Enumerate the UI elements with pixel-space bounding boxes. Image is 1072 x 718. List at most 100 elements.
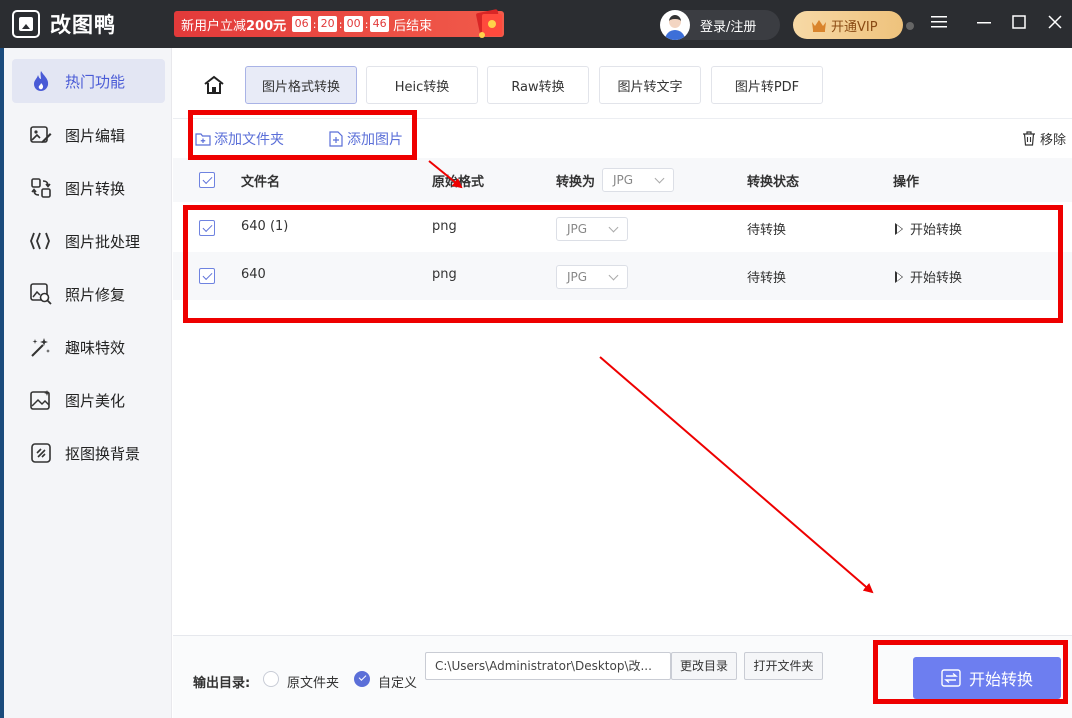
tab-heic-convert[interactable]: Heic转换 [366,66,478,104]
maximize-icon[interactable] [1007,12,1031,36]
chevron-down-icon [608,270,619,281]
login-label: 登录/注册 [700,19,757,35]
radio-custom-label: 自定义 [378,676,418,691]
sidebar-item-batch[interactable]: 图片批处理 [12,219,165,263]
row-original-format: png [432,267,457,282]
login-button[interactable]: 登录/注册 [660,10,780,40]
output-path-field[interactable]: C:\Users\Administrator\Desktop\改... [425,652,671,680]
row-format-select[interactable]: JPG [556,217,628,241]
magic-wand-icon [30,336,52,358]
header-filename: 文件名 [241,174,281,190]
sidebar-item-convert[interactable]: 图片转换 [12,166,165,210]
change-dir-button[interactable]: 更改目录 [671,652,737,680]
row-format-value: JPG [567,270,588,284]
status-dot [906,22,914,30]
row-original-format: png [432,219,457,234]
sidebar-item-label: 图片批处理 [65,232,141,251]
row-status: 待转换 [747,223,787,238]
promo-banner[interactable]: 新用户立减200元 06: 20: 00: 46 后结束 [174,9,504,38]
add-folder-label: 添加文件夹 [214,132,284,148]
sidebar-item-label: 趣味特效 [65,338,126,357]
vip-button[interactable]: 开通VIP [793,11,903,39]
cutout-icon [30,442,52,464]
play-icon [895,271,903,283]
sidebar-item-label: 照片修复 [65,285,126,304]
sidebar-item-label: 热门功能 [65,72,126,91]
sidebar-item-repair[interactable]: 照片修复 [12,272,165,316]
flame-icon [30,70,52,92]
play-icon [895,223,903,235]
chevron-down-icon [654,173,665,184]
add-image-icon [329,131,343,147]
start-convert-button[interactable]: 开始转换 [913,657,1061,699]
sidebar-item-beautify[interactable]: 图片美化 [12,378,165,422]
batch-format-select[interactable]: JPG [602,168,674,192]
avatar [660,10,690,40]
title-bar: 改图鸭 新用户立减200元 06: 20: 00: 46 后结束 登录/注册 开… [0,0,1072,48]
row-filename: 640 [241,267,266,282]
promo-suffix: 后结束 [393,18,433,34]
countdown-timer: 06: 20: 00: 46 [292,16,390,32]
row-status: 待转换 [747,271,787,286]
menu-icon[interactable] [927,12,951,36]
select-all-checkbox[interactable] [199,172,215,188]
sidebar-item-edit[interactable]: 图片编辑 [12,113,165,157]
file-toolbar: 添加文件夹 添加图片 移除 [173,118,1072,158]
table-row: 640 png JPG 待转换 开始转换 [173,252,1072,300]
close-icon[interactable] [1043,12,1067,36]
crown-icon [812,20,826,32]
home-icon[interactable] [203,75,225,95]
header-original-format: 原始格式 [432,174,485,190]
add-folder-button[interactable]: 添加文件夹 [195,129,284,149]
remove-label: 移除 [1039,133,1066,148]
tab-raw-convert[interactable]: Raw转换 [487,66,589,104]
row-start-convert-button[interactable]: 开始转换 [895,267,962,286]
tab-bar: 图片格式转换 Heic转换 Raw转换 图片转文字 图片转PDF [173,48,1072,118]
open-folder-button[interactable]: 打开文件夹 [744,652,823,680]
sidebar-item-cutout[interactable]: 抠图换背景 [12,431,165,475]
remove-button[interactable]: 移除 [1022,129,1066,148]
row-format-value: JPG [567,222,588,236]
vip-label: 开通VIP [831,19,878,35]
row-checkbox[interactable] [199,220,215,236]
add-image-button[interactable]: 添加图片 [328,129,403,149]
minimize-icon[interactable] [972,12,996,36]
sidebar-item-label: 抠图换背景 [65,444,141,463]
start-convert-label: 开始转换 [968,670,1033,689]
convert-arrows-icon [941,669,961,687]
image-edit-icon [30,124,52,146]
window-edge [0,48,4,718]
row-start-convert-button[interactable]: 开始转换 [895,219,962,238]
header-convert-to: 转换为 [556,174,596,190]
sidebar-item-hot[interactable]: 热门功能 [12,59,165,103]
output-footer: 输出目录: 原文件夹 自定义 C:\Users\Administrator\De… [173,635,1072,718]
header-status: 转换状态 [747,174,800,190]
app-logo-icon [12,10,40,38]
add-folder-icon [195,133,211,146]
tab-image-to-pdf[interactable]: 图片转PDF [711,66,823,104]
red-envelope-icon [476,9,502,38]
beautify-icon [30,389,52,411]
output-dir-label: 输出目录: [193,676,251,691]
batch-format-value: JPG [613,173,634,187]
app-title: 改图鸭 [50,13,116,37]
sidebar-item-label: 图片编辑 [65,126,126,145]
chevron-down-icon [608,222,619,233]
radio-original-folder[interactable] [263,671,279,687]
batch-icon [30,230,52,252]
promo-text: 新用户立减200元 [181,18,287,34]
main-panel: 图片格式转换 Heic转换 Raw转换 图片转文字 图片转PDF 添加文件夹 添… [173,48,1072,718]
row-format-select[interactable]: JPG [556,265,628,289]
tab-image-to-text[interactable]: 图片转文字 [599,66,701,104]
radio-original-label: 原文件夹 [287,676,340,691]
header-action: 操作 [893,174,920,190]
sidebar-item-effects[interactable]: 趣味特效 [12,325,165,369]
radio-custom[interactable] [354,671,370,687]
row-filename: 640 (1) [241,219,289,234]
sidebar-item-label: 图片转换 [65,179,126,198]
photo-repair-icon [30,283,52,305]
tab-format-convert[interactable]: 图片格式转换 [245,66,357,104]
table-row: 640 (1) png JPG 待转换 开始转换 [173,204,1072,252]
convert-icon [30,177,52,199]
row-checkbox[interactable] [199,268,215,284]
